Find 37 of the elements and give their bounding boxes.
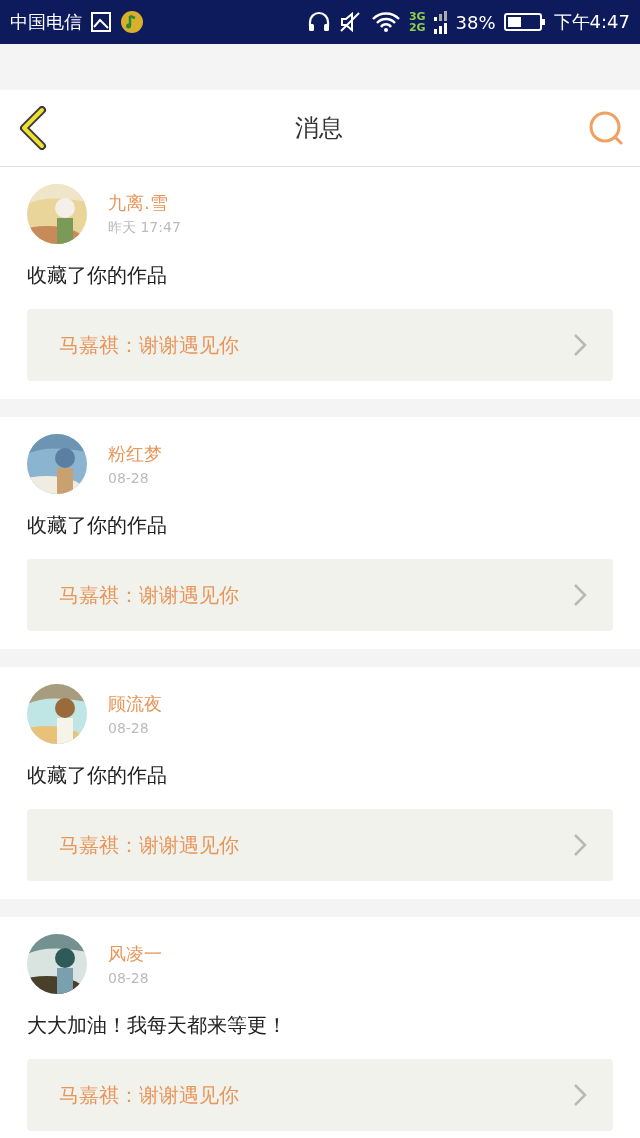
clock-time: 下午4:47 xyxy=(553,10,630,34)
signal-icon xyxy=(433,9,448,35)
chevron-right-icon xyxy=(573,1083,587,1107)
page-title: 消息 xyxy=(295,113,343,144)
reply-text: 马嘉祺：谢谢遇见你 xyxy=(59,331,239,359)
message-time: 08-28 xyxy=(108,470,150,486)
chevron-right-icon xyxy=(573,333,587,357)
reply-text: 马嘉祺：谢谢遇见你 xyxy=(59,831,239,859)
message-time: 08-28 xyxy=(108,720,150,736)
mute-icon xyxy=(338,11,363,33)
message-text: 收藏了你的作品 xyxy=(27,762,168,789)
message-time: 昨天 17:47 xyxy=(108,219,181,237)
reply-text: 马嘉祺：谢谢遇见你 xyxy=(59,581,239,609)
user-name[interactable]: 风凌一 xyxy=(108,942,162,966)
chevron-right-icon xyxy=(573,583,587,607)
message-time: 08-28 xyxy=(108,970,150,986)
chevron-right-icon xyxy=(573,833,587,857)
headphones-icon xyxy=(306,11,331,33)
network-type: 3G xyxy=(408,11,426,22)
user-name[interactable]: 九离.雪 xyxy=(108,191,181,215)
message-text: 收藏了你的作品 xyxy=(27,512,168,539)
battery-percent: 38% xyxy=(455,11,496,33)
reply-preview[interactable]: 马嘉祺：谢谢遇见你 xyxy=(27,1059,613,1131)
reply-text: 马嘉祺：谢谢遇见你 xyxy=(59,1081,239,1109)
reply-preview[interactable]: 马嘉祺：谢谢遇见你 xyxy=(27,309,613,381)
battery-icon xyxy=(503,12,546,32)
reply-preview[interactable]: 马嘉祺：谢谢遇见你 xyxy=(27,809,613,881)
wifi-icon xyxy=(370,11,401,33)
user-name[interactable]: 顾流夜 xyxy=(108,692,162,716)
music-note-icon xyxy=(120,10,144,34)
image-icon xyxy=(90,11,112,33)
carrier-name: 中国电信 xyxy=(10,10,82,34)
reply-preview[interactable]: 马嘉祺：谢谢遇见你 xyxy=(27,559,613,631)
message-text: 大大加油！我每天都来等更！ xyxy=(27,1012,288,1039)
message-text: 收藏了你的作品 xyxy=(27,262,168,289)
user-name[interactable]: 粉红梦 xyxy=(108,442,162,466)
network-type: 2G xyxy=(408,22,426,33)
